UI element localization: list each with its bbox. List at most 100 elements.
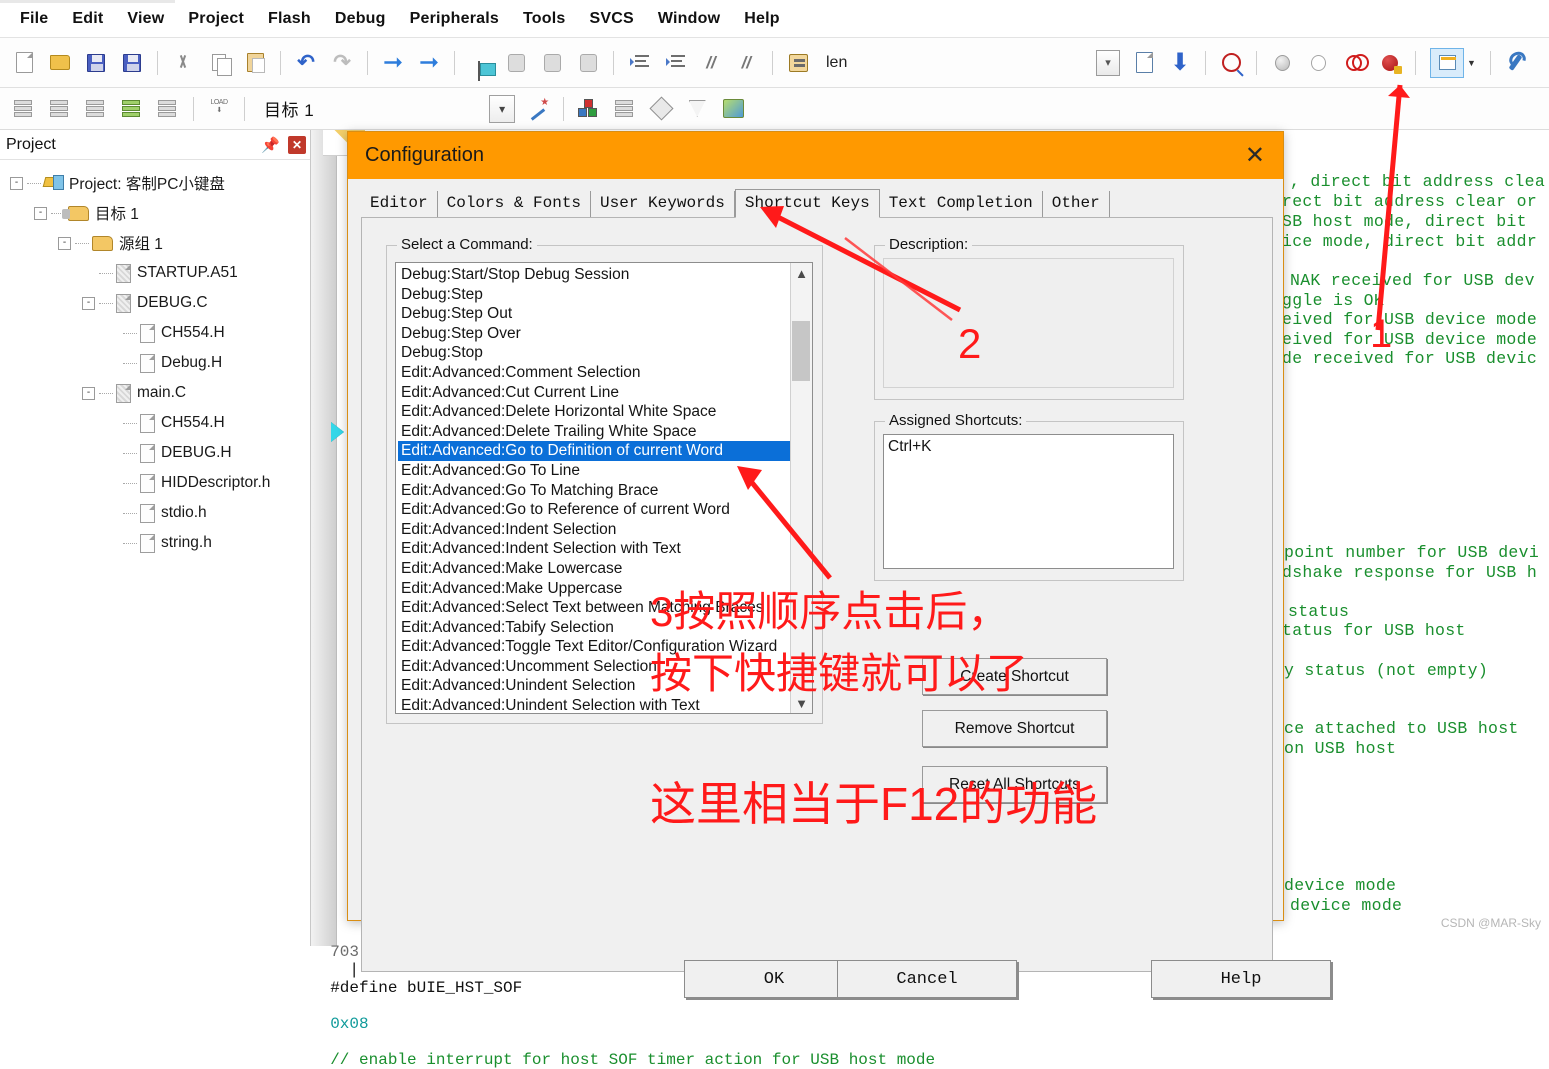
command-list-item[interactable]: Debug:Stop: [398, 343, 790, 363]
tab-other[interactable]: Other: [1043, 191, 1110, 217]
tab-editor[interactable]: Editor: [361, 191, 438, 217]
breakpoint-hollow-icon[interactable]: [1303, 48, 1333, 78]
tree-item[interactable]: DEBUG.H: [0, 438, 310, 468]
tree-item[interactable]: - main.C: [0, 378, 310, 408]
command-list-item[interactable]: Edit:Advanced:Delete Trailing White Spac…: [398, 422, 790, 442]
download-icon[interactable]: LOAD ⬇: [204, 94, 234, 124]
command-list-item[interactable]: Edit:Advanced:Select Text between Matchi…: [398, 598, 790, 618]
tree-item[interactable]: stdio.h: [0, 498, 310, 528]
command-list-item[interactable]: Edit:Advanced:Indent Selection with Text: [398, 539, 790, 559]
undo-icon[interactable]: ↶: [291, 48, 321, 78]
pin-icon[interactable]: 📌: [261, 136, 280, 154]
cancel-button[interactable]: Cancel: [837, 960, 1017, 998]
copy-icon[interactable]: [204, 48, 234, 78]
tree-toggle-icon[interactable]: -: [10, 176, 23, 190]
command-list-item[interactable]: Edit:Advanced:Unindent Selection: [398, 676, 790, 696]
command-list-item[interactable]: Edit:Advanced:Indent Selection: [398, 520, 790, 540]
command-list-item[interactable]: Edit:Advanced:Make Lowercase: [398, 559, 790, 579]
command-list-item[interactable]: Edit:Advanced:Delete Horizontal White Sp…: [398, 402, 790, 422]
redo-icon[interactable]: ↷: [327, 48, 357, 78]
save-icon[interactable]: [81, 48, 111, 78]
scroll-up-icon[interactable]: ▲: [795, 263, 808, 283]
pack-installer-icon[interactable]: [646, 94, 676, 124]
command-list-item[interactable]: Edit:Advanced:Comment Selection: [398, 363, 790, 383]
command-list-item[interactable]: Edit:Advanced:Cut Current Line: [398, 383, 790, 403]
tree-toggle-icon[interactable]: -: [82, 296, 95, 310]
text-browse-icon[interactable]: [1129, 48, 1159, 78]
debug-query-icon[interactable]: [1216, 48, 1246, 78]
navigate-forward-icon[interactable]: ➞: [414, 48, 444, 78]
menu-peripherals[interactable]: Peripherals: [398, 6, 511, 32]
breakpoint-red-icon[interactable]: [1339, 48, 1369, 78]
tree-item[interactable]: string.h: [0, 528, 310, 558]
configuration-wrench-icon[interactable]: [1501, 48, 1531, 78]
create-shortcut-button[interactable]: Create Shortcut: [922, 658, 1107, 695]
tree-item[interactable]: - Project: 客制PC小键盘: [0, 168, 310, 198]
reset-all-shortcuts-button[interactable]: Reset All Shortcuts: [922, 766, 1107, 803]
tab-colors-fonts[interactable]: Colors & Fonts: [438, 191, 592, 217]
command-list-item[interactable]: Edit:Advanced:Tabify Selection: [398, 618, 790, 638]
tree-item[interactable]: CH554.H: [0, 318, 310, 348]
menu-file[interactable]: File: [8, 6, 60, 32]
command-list-item[interactable]: Edit:Advanced:Uncomment Selection: [398, 657, 790, 677]
command-list-item[interactable]: Debug:Step: [398, 285, 790, 305]
tree-item[interactable]: - 源组 1: [0, 228, 310, 258]
tree-toggle-icon[interactable]: -: [58, 236, 71, 250]
command-list-item[interactable]: Debug:Step Over: [398, 324, 790, 344]
tree-item[interactable]: HIDDescriptor.h: [0, 468, 310, 498]
tab-shortcut-keys[interactable]: Shortcut Keys: [734, 189, 880, 218]
build-target-icon[interactable]: [45, 94, 75, 124]
target-dropdown-icon[interactable]: ▾: [487, 94, 517, 124]
command-list-item[interactable]: Debug:Step Out: [398, 304, 790, 324]
stop-build-icon[interactable]: [153, 94, 183, 124]
find-in-files-icon[interactable]: [783, 48, 813, 78]
cut-icon[interactable]: [168, 48, 198, 78]
indent-icon[interactable]: [624, 48, 654, 78]
command-list-item[interactable]: Edit:Advanced:Go To Line: [398, 461, 790, 481]
command-list-item[interactable]: Debug:Start/Stop Debug Session: [398, 265, 790, 285]
paste-icon[interactable]: [240, 48, 270, 78]
command-list-item[interactable]: Edit:Advanced:Go to Reference of current…: [398, 500, 790, 520]
close-icon[interactable]: ✕: [288, 135, 306, 154]
menu-window[interactable]: Window: [646, 6, 732, 32]
command-list-item-selected[interactable]: Edit:Advanced:Go to Definition of curren…: [398, 441, 790, 461]
tree-item[interactable]: CH554.H: [0, 408, 310, 438]
menu-svcs[interactable]: SVCS: [577, 6, 645, 32]
close-icon[interactable]: ✕: [1241, 143, 1269, 168]
bookmark-clear-icon[interactable]: [573, 48, 603, 78]
assigned-shortcuts-list[interactable]: Ctrl+K: [883, 434, 1174, 569]
find-next-icon[interactable]: ⬇: [1165, 48, 1195, 78]
navigate-back-icon[interactable]: ➞: [378, 48, 408, 78]
tree-toggle-icon[interactable]: -: [34, 206, 47, 220]
command-list-item[interactable]: Edit:Advanced:Toggle Text Editor/Configu…: [398, 637, 790, 657]
command-list[interactable]: Debug:Start/Stop Debug Session Debug:Step…: [395, 262, 813, 714]
scroll-down-icon[interactable]: ▼: [795, 693, 808, 713]
menu-view[interactable]: View: [115, 6, 176, 32]
scrollbar-thumb[interactable]: [792, 321, 810, 381]
uncomment-icon[interactable]: //: [732, 48, 762, 78]
tree-item[interactable]: - DEBUG.C: [0, 288, 310, 318]
new-file-icon[interactable]: [9, 48, 39, 78]
command-list-item[interactable]: Edit:Advanced:Unindent Selection with Te…: [398, 696, 790, 713]
window-layout-icon[interactable]: ▼: [1426, 47, 1480, 78]
save-all-icon[interactable]: [117, 48, 147, 78]
menu-flash[interactable]: Flash: [256, 6, 323, 32]
menu-debug[interactable]: Debug: [323, 6, 398, 32]
tab-user-keywords[interactable]: User Keywords: [591, 191, 735, 217]
bookmark-next-icon[interactable]: [537, 48, 567, 78]
breakpoint-grey-icon[interactable]: [1267, 48, 1297, 78]
tree-item[interactable]: - 目标 1: [0, 198, 310, 228]
help-button[interactable]: Help: [1151, 960, 1331, 998]
tab-text-completion[interactable]: Text Completion: [880, 191, 1043, 217]
filter-icon[interactable]: [682, 94, 712, 124]
rebuild-all-icon[interactable]: [81, 94, 111, 124]
open-folder-icon[interactable]: [45, 48, 75, 78]
bookmark-toggle-icon[interactable]: [465, 48, 496, 81]
comment-icon[interactable]: //: [696, 48, 726, 78]
menu-tools[interactable]: Tools: [511, 6, 577, 32]
bookmark-prev-icon[interactable]: [501, 48, 531, 78]
multi-project-icon[interactable]: [610, 94, 640, 124]
target-selector[interactable]: 目标 1: [264, 96, 314, 121]
tree-item[interactable]: STARTUP.A51: [0, 258, 310, 288]
command-list-item[interactable]: Edit:Advanced:Make Uppercase: [398, 579, 790, 599]
